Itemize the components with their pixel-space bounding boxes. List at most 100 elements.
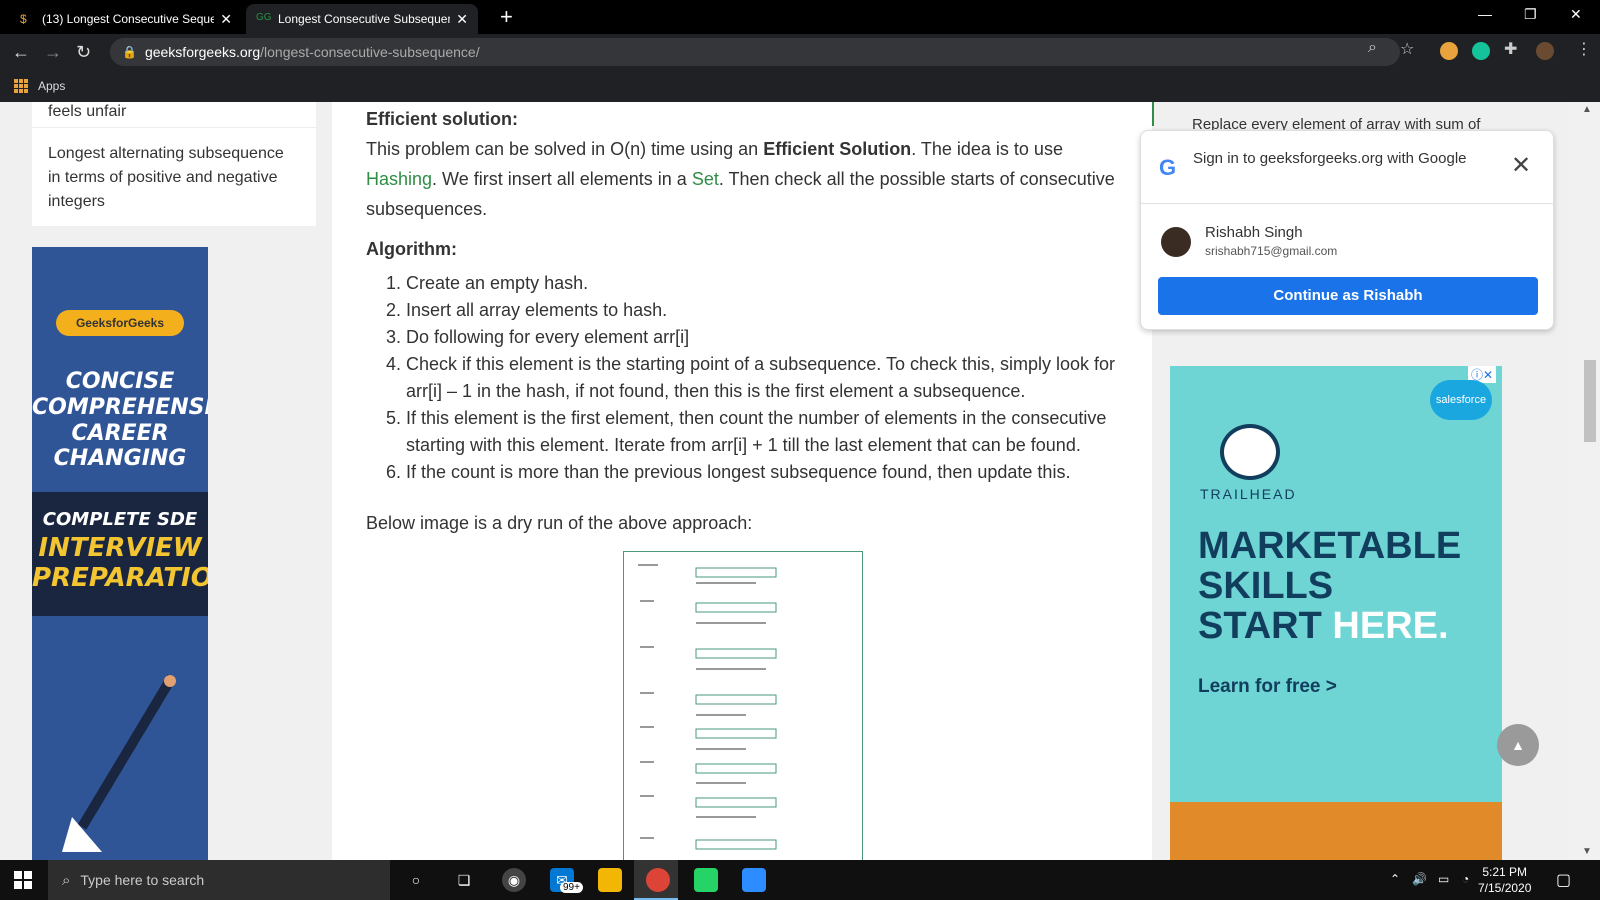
ad-product: TRAILHEAD [1200, 486, 1297, 502]
new-tab-button[interactable]: + [500, 4, 513, 30]
bookmark-star-icon[interactable]: ☆ [1400, 39, 1414, 59]
profile-avatar-icon[interactable] [1536, 42, 1554, 60]
tab-bar: $ (13) Longest Consecutive Sequen ✕ GG L… [0, 0, 1600, 34]
taskbar-search-input[interactable]: ⌕ Type here to search [48, 860, 390, 900]
tab-title: Longest Consecutive Subsequenc [278, 12, 451, 26]
page-scrollbar[interactable]: ▲ ▼ [1568, 102, 1600, 860]
ad-text: COMPLETE SDE [42, 509, 198, 530]
list-item: If this element is the first element, th… [406, 405, 1126, 459]
notifications-icon[interactable]: ▢ [1556, 870, 1571, 890]
url-path: /longest-consecutive-subsequence/ [260, 44, 480, 60]
geeksforgeeks-favicon-icon: GG [256, 12, 272, 23]
windows-start-icon[interactable] [14, 871, 32, 889]
battery-icon[interactable]: ▭ [1438, 872, 1449, 886]
dry-run-illustration [638, 564, 777, 850]
geeksforgeeks-favicon-icon: $ [20, 12, 27, 26]
efficient-paragraph: This problem can be solved in O(n) time … [366, 134, 1126, 224]
media-player-icon[interactable]: ◉ [502, 868, 526, 892]
popup-title: Sign in to geeksforgeeks.org with Google [1193, 150, 1467, 167]
extensions-puzzle-icon[interactable]: ✚ [1504, 39, 1517, 59]
tab-inactive[interactable]: $ (13) Longest Consecutive Sequen ✕ [10, 4, 242, 34]
tab-active[interactable]: GG Longest Consecutive Subsequenc ✕ [246, 4, 478, 34]
reload-icon[interactable]: ↻ [76, 42, 91, 63]
close-tab-icon[interactable]: ✕ [456, 11, 468, 28]
close-tab-icon[interactable]: ✕ [220, 11, 232, 28]
file-explorer-icon[interactable] [598, 868, 622, 892]
text: . We first insert all elements in a [432, 169, 692, 189]
efficient-heading: Efficient solution: [366, 109, 518, 129]
clock-date: 7/15/2020 [1478, 881, 1532, 895]
algorithm-steps: Create an empty hash. Insert all array e… [366, 270, 1126, 486]
task-view-icon[interactable]: ❏ [452, 868, 476, 892]
text: START [1198, 605, 1333, 647]
minimize-icon[interactable]: — [1478, 6, 1492, 22]
accent-bar [1152, 102, 1154, 126]
sidebar-link[interactable]: feels unfair [32, 102, 316, 128]
sidebar-link[interactable]: Longest alternating subsequence in terms… [32, 128, 316, 226]
windows-taskbar: ⌕ Type here to search ○ ❏ ◉ ✉ 99+ ⌃ 🔊 ▭ … [0, 860, 1600, 900]
chrome-icon[interactable] [646, 868, 670, 892]
set-link[interactable]: Set [692, 169, 719, 189]
ad-text: INTERVIEW [38, 533, 202, 563]
list-item: Do following for every element arr[i] [406, 324, 1126, 351]
search-icon: ⌕ [62, 871, 71, 889]
close-window-icon[interactable]: ✕ [1570, 6, 1582, 23]
page-viewport: feels unfair Longest alternating subsequ… [0, 102, 1568, 860]
clock-time: 5:21 PM [1482, 865, 1528, 879]
list-item: Insert all array elements to hash. [406, 297, 1126, 324]
system-clock[interactable]: 5:21 PM 7/15/2020 [1478, 864, 1531, 896]
ad-text: CONCISE [65, 369, 175, 394]
trailhead-logo-icon [1220, 424, 1280, 480]
list-item: Create an empty hash. [406, 270, 1126, 297]
lock-icon: 🔒 [122, 45, 137, 59]
scrollbar-thumb[interactable] [1584, 360, 1596, 442]
list-item: If the count is more than the previous l… [406, 459, 1126, 486]
apps-bookmark[interactable]: Apps [38, 79, 65, 93]
ad-banner-left[interactable]: GeeksforGeeks CONCISE COMPREHENSIVE CARE… [32, 247, 208, 860]
ad-badge: GeeksforGeeks [56, 310, 184, 336]
scroll-to-top-button[interactable]: ▲ [1497, 724, 1539, 766]
ad-cta-link[interactable]: Learn for free > [1198, 676, 1337, 698]
grammarly-icon[interactable] [1472, 42, 1490, 60]
bookmarks-bar: Apps [0, 70, 1600, 102]
ad-headline-line: SKILLS [1198, 565, 1334, 607]
divider [1141, 203, 1555, 204]
account-name[interactable]: Rishabh Singh [1205, 224, 1303, 241]
apps-grid-icon[interactable] [14, 79, 28, 93]
ad-text: COMPREHENSIVE [32, 395, 208, 420]
text: HERE. [1332, 605, 1449, 647]
restore-icon[interactable]: ❐ [1524, 6, 1537, 23]
close-icon[interactable]: ✕ [1511, 151, 1531, 180]
whatsapp-icon[interactable] [694, 868, 718, 892]
scroll-down-arrow-icon[interactable]: ▼ [1582, 846, 1592, 857]
zoom-icon[interactable]: ⌕ [1368, 39, 1377, 57]
text: This problem can be solved in O(n) time … [366, 139, 764, 159]
tray-chevron-icon[interactable]: ⌃ [1390, 872, 1400, 886]
text: . The idea is to use [911, 139, 1063, 159]
ad-text: PREPARATION [32, 563, 208, 593]
ad-text: CAREER CHANGING [53, 421, 187, 471]
scroll-up-arrow-icon[interactable]: ▲ [1582, 104, 1592, 115]
rocket-illustration [62, 674, 177, 852]
account-email: srishabh715@gmail.com [1205, 244, 1338, 258]
hashing-link[interactable]: Hashing [366, 169, 432, 189]
continue-button[interactable]: Continue as Rishabh [1158, 277, 1538, 315]
google-signin-popup: G Sign in to geeksforgeeks.org with Goog… [1140, 130, 1555, 330]
address-bar[interactable]: 🔒 geeksforgeeks.org /longest-consecutive… [110, 38, 1400, 66]
cortana-icon[interactable]: ○ [404, 868, 428, 892]
wifi-icon[interactable]: ◔ [1462, 872, 1469, 886]
volume-icon[interactable]: 🔊 [1412, 872, 1427, 886]
url-host: geeksforgeeks.org [144, 44, 261, 60]
back-icon[interactable]: ← [12, 42, 30, 63]
avatar [1161, 227, 1191, 257]
bold-text: Efficient Solution [763, 139, 912, 159]
menu-kebab-icon[interactable]: ⋮ [1576, 39, 1592, 59]
article-main: Efficient solution: This problem can be … [332, 102, 1152, 860]
search-placeholder: Type here to search [80, 872, 205, 888]
related-articles-card: feels unfair Longest alternating subsequ… [32, 102, 316, 226]
ad-banner-right[interactable]: ⓘ✕ salesforce TRAILHEAD MARKETABLE SKILL… [1170, 366, 1502, 860]
extension-icon[interactable] [1440, 42, 1458, 60]
forward-icon[interactable]: → [44, 42, 62, 63]
ad-headline-line: MARKETABLE [1198, 525, 1462, 567]
zoom-app-icon[interactable] [742, 868, 766, 892]
